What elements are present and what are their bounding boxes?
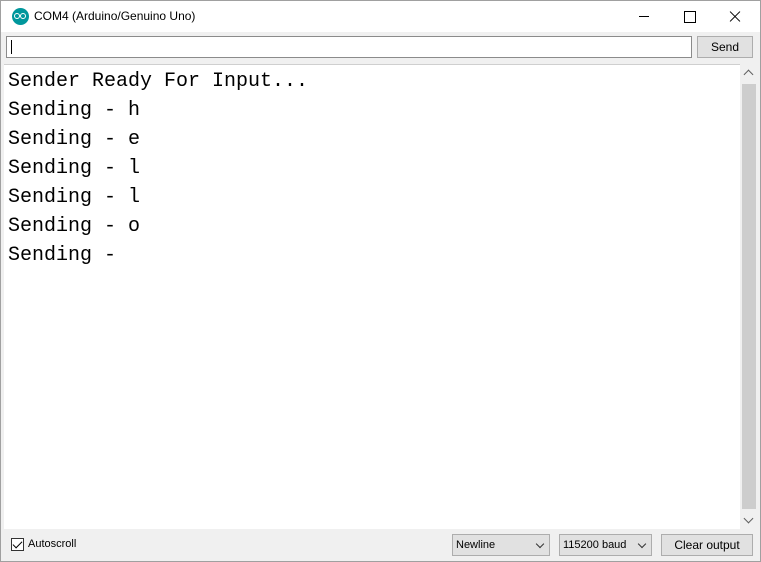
baud-rate-value: 115200 baud [563, 539, 627, 551]
line-ending-select[interactable]: Newline [452, 534, 550, 556]
text-caret [11, 40, 12, 54]
output-line: Sending - l [8, 157, 141, 180]
clear-output-button[interactable]: Clear output [661, 534, 753, 556]
chevron-down-icon [637, 539, 647, 549]
arduino-logo-icon [12, 8, 29, 25]
window-title: COM4 (Arduino/Genuino Uno) [34, 9, 196, 23]
output-line: Sending - [8, 244, 117, 267]
vertical-scrollbar[interactable] [740, 64, 758, 529]
autoscroll-label: Autoscroll [28, 538, 77, 550]
minimize-icon[interactable] [621, 1, 667, 31]
autoscroll-checkbox[interactable] [11, 538, 24, 551]
bottom-bar: Autoscroll Newline 115200 baud Clear out… [1, 530, 760, 561]
output-line: Sending - e [8, 128, 141, 151]
scroll-up-icon[interactable] [740, 64, 758, 81]
line-ending-value: Newline [456, 539, 496, 551]
close-icon[interactable] [712, 1, 758, 31]
chevron-down-icon [535, 539, 545, 549]
send-button[interactable]: Send [697, 36, 753, 58]
maximize-icon[interactable] [666, 1, 712, 31]
serial-monitor-window: COM4 (Arduino/Genuino Uno) Send Sender R… [0, 0, 761, 562]
output-line: Sending - o [8, 215, 141, 238]
serial-input[interactable] [6, 36, 692, 58]
title-bar: COM4 (Arduino/Genuino Uno) [1, 1, 760, 32]
output-line: Sender Ready For Input... [8, 70, 309, 93]
scroll-thumb[interactable] [742, 84, 756, 509]
scroll-down-icon[interactable] [740, 512, 758, 529]
baud-rate-select[interactable]: 115200 baud [559, 534, 652, 556]
serial-output[interactable]: Sender Ready For Input... Sending - h Se… [4, 64, 740, 529]
output-line: Sending - l [8, 186, 141, 209]
send-row: Send [1, 32, 760, 63]
output-line: Sending - h [8, 99, 141, 122]
